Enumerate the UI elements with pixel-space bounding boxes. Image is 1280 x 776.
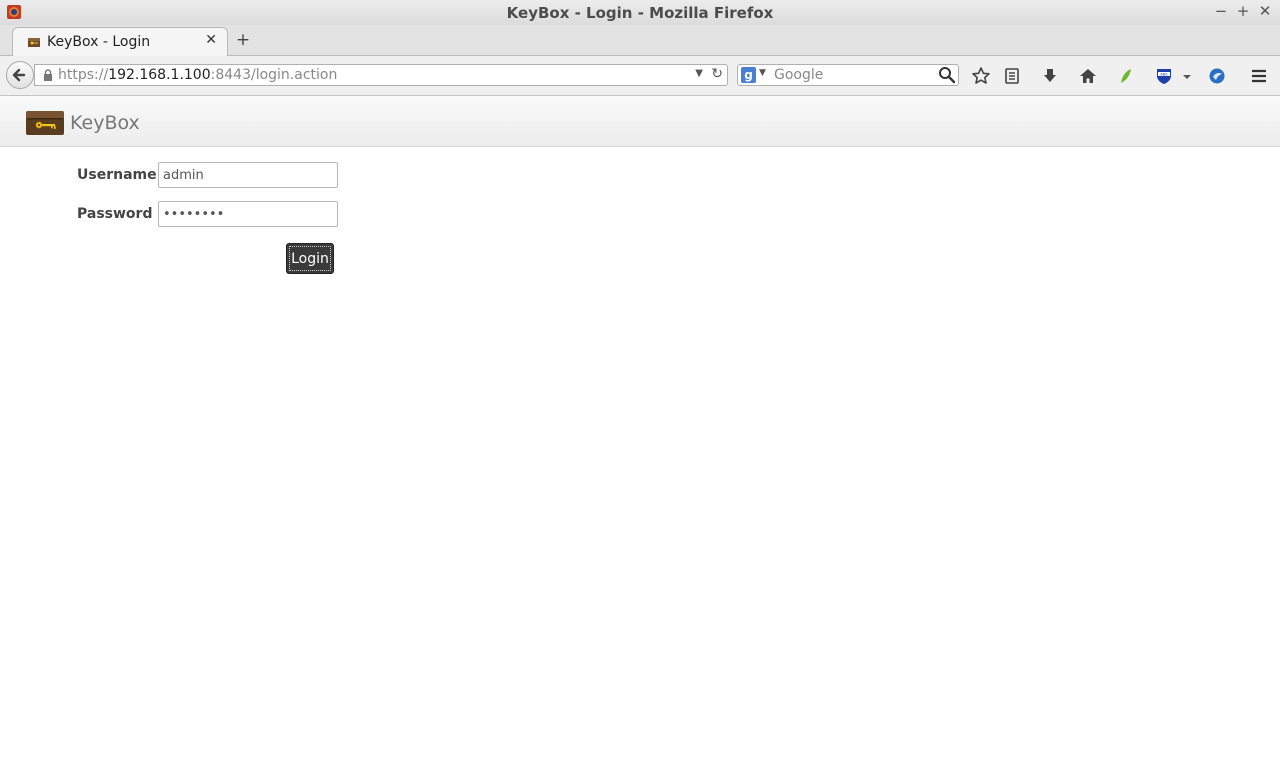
window-titlebar: KeyBox - Login - Mozilla Firefox − + ✕ [0, 0, 1280, 26]
downloads-icon[interactable] [1040, 66, 1060, 86]
url-text[interactable]: https://192.168.1.100:8443/login.action [58, 67, 337, 83]
search-placeholder: Google [774, 67, 824, 83]
password-label: Password [77, 206, 153, 222]
engine-dropdown-icon[interactable]: ▼ [759, 68, 766, 78]
url-scheme: https:// [58, 67, 109, 83]
keybox-logo-icon[interactable] [24, 108, 66, 136]
window-title: KeyBox - Login - Mozilla Firefox [506, 4, 774, 22]
username-label: Username [77, 167, 157, 183]
hamburger-menu-icon[interactable] [1249, 66, 1269, 86]
app-header: KeyBox [0, 96, 1280, 147]
home-icon[interactable] [1078, 66, 1098, 86]
password-field[interactable] [158, 201, 338, 227]
tab-bar: KeyBox - Login ✕ + [0, 25, 1280, 56]
back-arrow-icon [12, 68, 26, 82]
leaf-addon-icon[interactable] [1116, 66, 1136, 86]
new-tab-button[interactable]: + [234, 30, 252, 50]
svg-text:ABE: ABE [1160, 71, 1168, 76]
username-field[interactable] [158, 162, 338, 188]
search-bar[interactable]: g ▼ Google [737, 64, 959, 86]
minimize-button[interactable]: − [1213, 2, 1229, 20]
tab-keybox-login[interactable]: KeyBox - Login ✕ [12, 27, 228, 56]
abe-shield-icon[interactable]: ABE [1154, 66, 1174, 86]
url-host: 192.168.1.100 [108, 67, 211, 83]
reload-icon[interactable]: ↻ [711, 66, 723, 82]
lock-icon [44, 69, 52, 81]
history-dropdown-icon[interactable]: ▼ [695, 68, 703, 79]
search-magnifier-icon[interactable] [938, 66, 956, 84]
bookmark-star-icon[interactable] [971, 66, 991, 86]
back-button[interactable] [6, 61, 34, 89]
maximize-button[interactable]: + [1235, 2, 1251, 20]
blue-addon-icon[interactable] [1207, 66, 1227, 86]
url-path: :8443/login.action [210, 67, 338, 83]
keybox-favicon-icon [28, 38, 40, 47]
reading-list-icon[interactable] [1002, 66, 1022, 86]
abe-dropdown-icon[interactable] [1180, 66, 1194, 86]
google-engine-icon[interactable]: g [741, 67, 756, 83]
login-button[interactable]: Login [286, 243, 334, 274]
tab-label: KeyBox - Login [47, 34, 151, 50]
close-window-button[interactable]: ✕ [1257, 2, 1273, 20]
tab-close-icon[interactable]: ✕ [205, 32, 217, 48]
app-brand-name[interactable]: KeyBox [70, 112, 140, 134]
address-bar[interactable]: https://192.168.1.100:8443/login.action … [34, 64, 728, 86]
